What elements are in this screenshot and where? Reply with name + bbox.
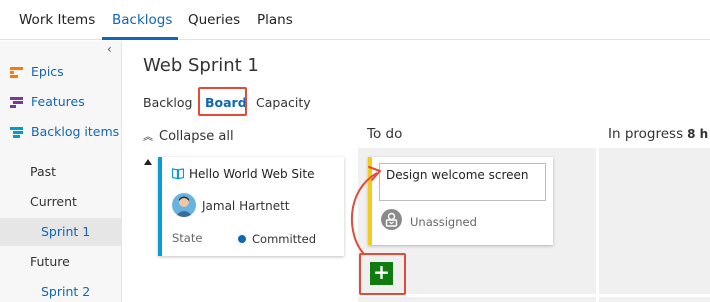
collapse-sidebar-icon[interactable]: ‹	[107, 42, 112, 56]
sidebar-section-past[interactable]: Past	[0, 158, 122, 186]
sidebar-item-label: Future	[30, 254, 70, 269]
sidebar-item-label: Backlog items	[31, 124, 120, 139]
add-task-button[interactable]: +	[370, 262, 393, 285]
state-dot-icon	[238, 235, 246, 243]
sidebar: ‹ Epics Features Backlog items Past Curr…	[0, 41, 122, 302]
column-label: In progress	[608, 126, 684, 142]
expand-row-icon[interactable]	[144, 159, 152, 165]
sidebar-item-label: Features	[31, 94, 85, 109]
sidebar-item-features[interactable]: Features	[0, 88, 122, 116]
book-icon	[172, 168, 184, 179]
features-icon	[10, 97, 23, 108]
sidebar-item-label: Sprint 2	[41, 284, 91, 299]
page-title: Web Sprint 1	[143, 55, 259, 76]
top-navigation: Work Items Backlogs Queries Plans	[0, 0, 710, 40]
sidebar-item-label: Epics	[31, 64, 64, 79]
active-tab-indicator	[102, 37, 178, 40]
epics-icon	[10, 67, 23, 78]
card-title[interactable]: Hello World Web Site	[189, 167, 314, 181]
sidebar-section-future[interactable]: Future	[0, 248, 122, 276]
lane-row-divider	[358, 294, 710, 297]
sidebar-item-backlog-items[interactable]: Backlog items	[0, 118, 122, 146]
tab-queries[interactable]: Queries	[188, 12, 240, 28]
tab-work-items[interactable]: Work Items	[19, 12, 95, 28]
sidebar-item-sprint-2[interactable]: Sprint 2	[0, 278, 122, 302]
sidebar-item-label: Current	[30, 194, 77, 209]
sidebar-item-epics[interactable]: Epics	[0, 58, 122, 86]
task-title-input[interactable]	[379, 163, 546, 201]
sidebar-item-label: Sprint 1	[41, 224, 91, 239]
unassigned-user-icon	[385, 212, 398, 227]
double-chevron-up-icon: ︽	[143, 132, 153, 143]
lane-in-progress	[599, 148, 710, 302]
parent-work-item-card[interactable]: Hello World Web Site Jamal Hartnett Stat…	[158, 157, 344, 256]
sidebar-item-sprint-1[interactable]: Sprint 1	[0, 218, 122, 246]
subtab-capacity[interactable]: Capacity	[256, 95, 311, 110]
column-header-in-progress: In progress 8 h	[608, 126, 708, 142]
new-task-card[interactable]: Unassigned	[368, 157, 553, 245]
column-capacity: 8 h	[687, 127, 709, 141]
column-header-todo: To do	[367, 126, 403, 142]
sidebar-section-current[interactable]: Current	[0, 188, 122, 216]
card-assignee[interactable]: Unassigned	[410, 215, 477, 229]
board-tab-highlight	[198, 87, 247, 116]
unassigned-avatar	[381, 209, 402, 230]
main-content: Web Sprint 1 Backlog Board Capacity ︽ Col…	[123, 41, 710, 302]
collapse-all-label: Collapse all	[159, 129, 234, 144]
person-avatar-icon	[175, 196, 193, 217]
backlog-items-icon	[10, 127, 23, 138]
avatar	[172, 193, 196, 217]
card-state-value[interactable]: Committed	[252, 232, 316, 246]
subtab-backlog[interactable]: Backlog	[143, 95, 192, 110]
collapse-all-button[interactable]: ︽ Collapse all	[143, 128, 234, 144]
card-assignee[interactable]: Jamal Hartnett	[202, 199, 290, 213]
sidebar-item-label: Past	[30, 164, 57, 179]
tab-plans[interactable]: Plans	[257, 12, 293, 28]
tab-backlogs[interactable]: Backlogs	[112, 12, 172, 28]
card-state-label: State	[172, 231, 203, 245]
